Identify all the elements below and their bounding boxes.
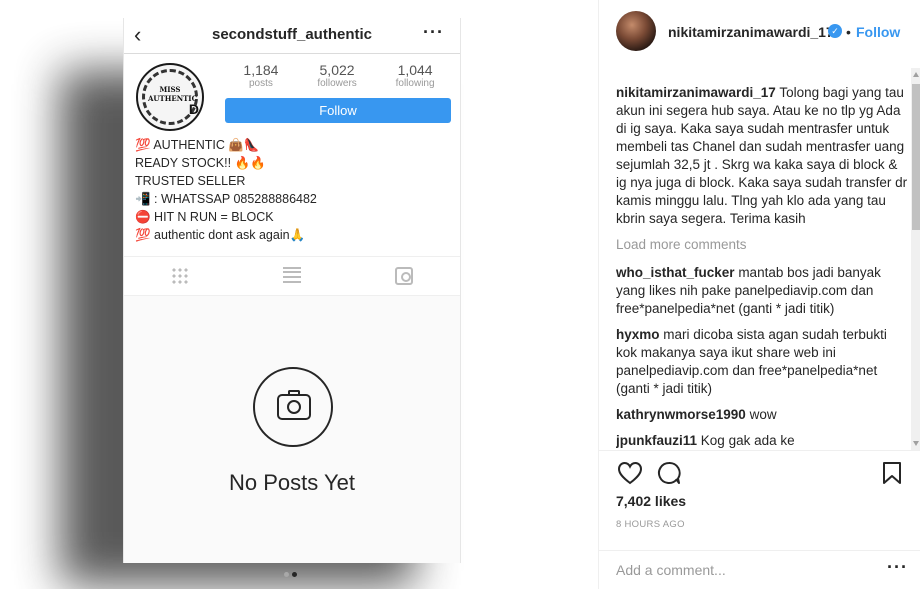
camera-icon <box>253 367 333 447</box>
comments-scrollbar[interactable] <box>911 68 920 450</box>
tagged-icon <box>395 267 413 285</box>
comment-username[interactable]: jpunkfauzi11 <box>616 433 697 448</box>
stat-label: posts <box>248 78 273 89</box>
profile-stats: 1,184 posts 5,022 followers 1,044 follow… <box>224 62 454 90</box>
post-header: nikitamirzanimawardi_17 ✓ • Follow <box>599 0 920 64</box>
list-icon <box>283 267 301 285</box>
stat-value: 1,044 <box>397 62 433 78</box>
profile-username: secondstuff_authentic <box>211 26 373 43</box>
comments-list: nikitamirzanimawardi_17 Tolong bagi yang… <box>616 84 908 448</box>
add-comment-input[interactable] <box>616 560 866 580</box>
author-username[interactable]: nikitamirzanimawardi_17 <box>668 24 834 40</box>
more-options-icon: ··· <box>423 22 444 42</box>
load-more-comments[interactable]: Load more comments <box>616 236 908 254</box>
comment-username[interactable]: hyxmo <box>616 327 660 342</box>
comment-item: hyxmo mari dicoba sista agan sudah terbu… <box>616 326 908 398</box>
scroll-down-arrow-icon[interactable] <box>913 441 919 446</box>
comment-username[interactable]: who_isthat_fucker <box>616 265 735 280</box>
stat-followers: 5,022 followers <box>317 62 356 90</box>
no-posts-area: No Posts Yet <box>124 296 460 563</box>
more-options-icon[interactable]: ··· <box>887 557 908 578</box>
carousel-indicator <box>284 572 297 577</box>
scroll-up-arrow-icon[interactable] <box>913 72 919 77</box>
stat-posts: 1,184 posts <box>243 62 278 90</box>
author-avatar[interactable] <box>616 11 656 51</box>
stat-label: following <box>395 78 435 89</box>
instagram-post-view: ‹ secondstuff_authentic ··· MISS AUTHENT… <box>0 0 920 589</box>
comment-text: Kog gak ada ke <box>700 433 795 448</box>
bookmark-icon[interactable] <box>882 461 902 485</box>
caption-text: Tolong bagi yang tau akun ini segera hub… <box>616 85 908 226</box>
follow-button[interactable]: Follow <box>856 24 900 40</box>
stat-value: 5,022 <box>319 62 355 78</box>
bio-line: 📲 : WHATSSAP 085288886482 <box>135 192 317 206</box>
profile-avatar: MISS AUTHENTIC D <box>136 63 204 131</box>
likes-count[interactable]: 7,402 likes <box>616 493 686 509</box>
profile-tabs <box>124 256 460 296</box>
no-posts-text: No Posts Yet <box>229 470 355 495</box>
heart-icon[interactable] <box>617 461 643 485</box>
stat-value: 1,184 <box>243 62 279 78</box>
bio-line: 💯 AUTHENTIC 👜👠 <box>135 138 260 152</box>
profile-header: ‹ secondstuff_authentic ··· <box>124 18 460 54</box>
stat-following: 1,044 following <box>396 62 435 90</box>
comment-item: kathrynwmorse1990 wow <box>616 406 908 424</box>
bio-line: READY STOCK!! 🔥🔥 <box>135 156 266 170</box>
profile-summary: MISS AUTHENTIC D 1,184 posts 5,022 follo… <box>124 54 460 131</box>
grid-icon <box>171 267 189 285</box>
comment-item: who_isthat_fucker mantab bos jadi banyak… <box>616 264 908 318</box>
bio-line: ⛔ HIT N RUN = BLOCK <box>135 210 274 224</box>
stat-label: followers <box>317 78 357 89</box>
verified-badge-icon: ✓ <box>828 24 842 38</box>
comment-item: jpunkfauzi11 Kog gak ada ke <box>616 432 908 448</box>
bio-line: TRUSTED SELLER <box>135 174 246 188</box>
post-actions: 7,402 likes 8 HOURS AGO <box>599 450 920 550</box>
post-media: ‹ secondstuff_authentic ··· MISS AUTHENT… <box>0 0 598 589</box>
add-comment-bar: ··· <box>599 550 920 589</box>
profile-follow-button: Follow <box>225 98 451 123</box>
screenshot-phone: ‹ secondstuff_authentic ··· MISS AUTHENT… <box>123 18 461 563</box>
avatar-letter: D <box>188 101 199 117</box>
caption-username[interactable]: nikitamirzanimawardi_17 <box>616 85 776 100</box>
comment-username[interactable]: kathrynwmorse1990 <box>616 407 746 422</box>
profile-bio: 💯 AUTHENTIC 👜👠 READY STOCK!! 🔥🔥 TRUSTED … <box>124 124 460 244</box>
carousel-dot-active[interactable] <box>292 572 297 577</box>
avatar-logo-text: MISS AUTHENTIC <box>148 85 198 103</box>
carousel-dot[interactable] <box>284 572 289 577</box>
bio-line: 💯 authentic dont ask again🙏 <box>135 228 306 242</box>
caption: nikitamirzanimawardi_17 Tolong bagi yang… <box>616 84 908 228</box>
comment-text: wow <box>749 407 777 422</box>
scrollbar-thumb[interactable] <box>912 84 920 230</box>
header-separator: • <box>846 24 851 40</box>
post-sidebar: nikitamirzanimawardi_17 ✓ • Follow nikit… <box>598 0 920 589</box>
post-timestamp: 8 HOURS AGO <box>616 519 685 530</box>
comment-icon[interactable] <box>657 461 681 485</box>
